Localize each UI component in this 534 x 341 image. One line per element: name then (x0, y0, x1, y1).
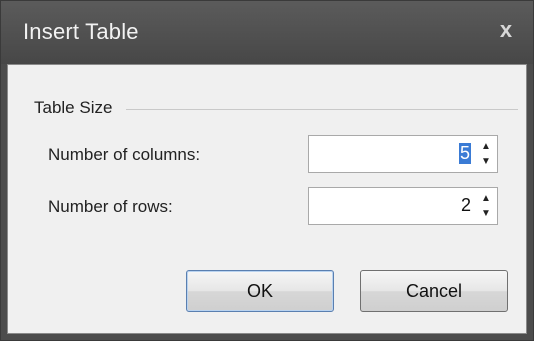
rows-decrement-icon[interactable]: ▼ (479, 207, 493, 220)
rows-spin-buttons: ▲ ▼ (479, 192, 493, 220)
group-divider (126, 109, 518, 110)
columns-value[interactable]: 5 (458, 143, 471, 164)
group-label-table-size: Table Size (34, 98, 113, 117)
ok-button[interactable]: OK (186, 270, 334, 312)
columns-spinbox[interactable]: 5 ▲ ▼ (308, 135, 498, 173)
columns-spin-buttons: ▲ ▼ (479, 140, 493, 168)
columns-decrement-icon[interactable]: ▼ (479, 155, 493, 168)
dialog-body: Table Size Number of columns: 5 ▲ ▼ Numb… (7, 64, 527, 334)
cancel-button[interactable]: Cancel (360, 270, 508, 312)
dialog-title: Insert Table (23, 19, 139, 44)
rows-spinbox[interactable]: 2 ▲ ▼ (308, 187, 498, 225)
rows-label: Number of rows: (48, 197, 173, 216)
columns-increment-icon[interactable]: ▲ (479, 140, 493, 153)
insert-table-dialog: Insert Table x Table Size Number of colu… (0, 0, 534, 341)
close-icon[interactable]: x (493, 17, 519, 43)
title-bar[interactable]: Insert Table x (1, 1, 533, 64)
columns-label: Number of columns: (48, 145, 201, 164)
rows-value[interactable]: 2 (461, 195, 471, 216)
rows-increment-icon[interactable]: ▲ (479, 192, 493, 205)
